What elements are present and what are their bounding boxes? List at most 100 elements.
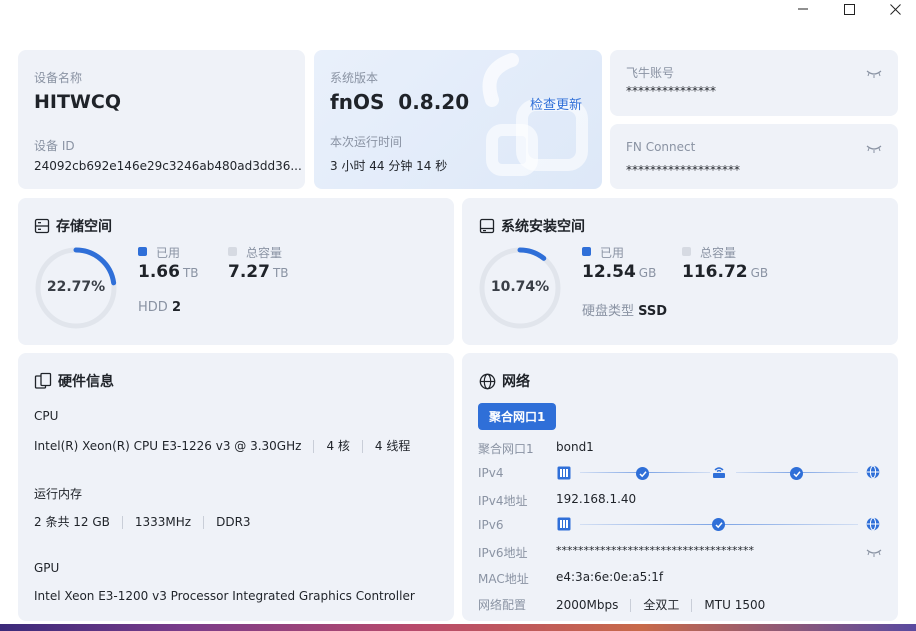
config-label: 网络配置 — [478, 598, 527, 612]
desktop-wallpaper-strip — [0, 624, 916, 631]
mtu-value: MTU 1500 — [704, 598, 766, 612]
sysdisk-total-label: 总容量 — [700, 246, 737, 260]
storage-total-unit: TB — [272, 266, 289, 280]
eye-closed-icon[interactable] — [866, 547, 882, 557]
account-value: *************** — [626, 84, 716, 98]
cpu-model: Intel(R) Xeon(R) CPU E3-1226 v3 @ 3.30GH… — [34, 439, 302, 453]
memory-label: 运行内存 — [34, 487, 83, 501]
ipv6-label: IPv6 — [478, 518, 504, 532]
storage-used-label: 已用 — [156, 246, 181, 260]
divider — [121, 516, 123, 529]
system-version: fnOS 0.8.20 — [330, 90, 470, 114]
fnconnect-value: ******************* — [626, 163, 740, 177]
hardware-title: 硬件信息 — [58, 374, 114, 390]
eye-closed-icon[interactable] — [866, 143, 882, 153]
sysdisk-percent: 10.74% — [490, 279, 550, 295]
used-legend-swatch — [138, 247, 147, 256]
connected-check-icon — [790, 467, 803, 480]
iface-value: bond1 — [556, 440, 594, 454]
uptime-value: 3 小时 44 分钟 14 秒 — [330, 159, 448, 173]
globe-icon — [479, 373, 496, 389]
nic-icon — [557, 517, 571, 531]
hardware-card — [18, 353, 454, 621]
memory-size: 2 条共 12 GB — [34, 515, 110, 529]
fnconnect-card — [610, 124, 898, 189]
hardware-heading: 硬件信息 — [34, 371, 114, 391]
total-legend-swatch — [682, 247, 691, 256]
cpu-cores: 4 核 — [326, 439, 350, 453]
storage-used: 1.66 TB — [138, 262, 199, 282]
divider — [313, 440, 315, 453]
minimize-button[interactable] — [780, 0, 826, 18]
duplex-mode: 全双工 — [643, 598, 680, 612]
storage-used-value: 1.66 — [138, 262, 180, 282]
nic-icon — [557, 466, 571, 480]
hdd-value: 2 — [171, 300, 181, 315]
divider — [630, 599, 632, 612]
hardware-icon — [34, 372, 52, 389]
device-name: HITWCQ — [34, 91, 121, 113]
sysdisk-used-value: 12.54 — [582, 262, 636, 282]
storage-total: 7.27 TB — [228, 262, 289, 282]
storage-total-label: 总容量 — [246, 246, 283, 260]
ipv6-addr-value: ************************************ — [556, 544, 754, 557]
close-button[interactable] — [872, 0, 916, 18]
memory-speed: 1333MHz — [134, 515, 192, 529]
system-version-label: 系统版本 — [330, 71, 379, 85]
cpu-threads: 4 线程 — [374, 439, 411, 453]
tab-bond1[interactable]: 聚合网口1 — [478, 403, 557, 430]
device-name-label: 设备名称 — [34, 71, 83, 85]
network-heading: 网络 — [479, 371, 530, 391]
disk-type: 硬盘类型 SSD — [582, 300, 667, 319]
ipv4-addr-label: IPv4地址 — [478, 494, 528, 508]
storage-used-unit: TB — [182, 266, 199, 280]
memory-type: DDR3 — [216, 515, 251, 529]
hdd-label: HDD — [138, 300, 168, 315]
mac-value: e4:3a:6e:0e:a5:1f — [556, 570, 664, 584]
disk-icon — [479, 218, 495, 234]
link-speed: 2000Mbps — [556, 598, 619, 612]
storage-title: 存储空间 — [56, 219, 112, 235]
sysdisk-used: 12.54 GB — [582, 262, 656, 282]
config-value: 2000Mbps 全双工 MTU 1500 — [556, 596, 765, 613]
maximize-button[interactable] — [826, 0, 872, 18]
internet-globe-icon — [866, 465, 880, 479]
maximize-icon — [843, 3, 855, 15]
router-icon — [713, 467, 725, 478]
network-title: 网络 — [502, 374, 530, 390]
storage-total-value: 7.27 — [228, 262, 270, 282]
internet-globe-icon — [866, 517, 880, 531]
check-update-link[interactable]: 检查更新 — [530, 94, 582, 113]
divider — [203, 516, 205, 529]
disk-type-label: 硬盘类型 — [582, 304, 635, 319]
divider — [691, 599, 693, 612]
used-legend-swatch — [582, 247, 591, 256]
storage-icon — [34, 218, 50, 234]
sysdisk-used-unit: GB — [638, 266, 657, 280]
sysdisk-used-label: 已用 — [600, 246, 625, 260]
ipv4-addr-value: 192.168.1.40 — [556, 492, 637, 506]
title-bar — [0, 0, 916, 30]
sysdisk-total-value: 116.72 — [682, 262, 748, 282]
sysdisk-heading: 系统安装空间 — [479, 216, 585, 236]
total-legend-swatch — [228, 247, 237, 256]
eye-closed-icon[interactable] — [866, 68, 882, 78]
sysdisk-total-unit: GB — [750, 266, 769, 280]
ipv6-addr-label: IPv6地址 — [478, 546, 528, 560]
uptime-label: 本次运行时间 — [330, 135, 403, 149]
disk-type-value: SSD — [638, 304, 668, 319]
gpu-label: GPU — [34, 561, 60, 575]
account-label: 飞牛账号 — [626, 66, 675, 80]
divider — [361, 440, 363, 453]
connected-check-icon — [712, 518, 725, 531]
cpu-info: Intel(R) Xeon(R) CPU E3-1226 v3 @ 3.30GH… — [34, 437, 410, 454]
device-id: 24092cb692e146e29c3246ab480ad3dd36... — [34, 159, 302, 173]
device-id-label: 设备 ID — [34, 139, 75, 153]
fnconnect-label: FN Connect — [626, 140, 696, 154]
storage-heading: 存储空间 — [34, 216, 112, 236]
mac-label: MAC地址 — [478, 572, 529, 586]
hdd-count: HDD 2 — [138, 300, 181, 315]
sysdisk-title: 系统安装空间 — [501, 219, 585, 235]
fnos-watermark-icon — [482, 53, 588, 176]
account-card — [610, 50, 898, 116]
